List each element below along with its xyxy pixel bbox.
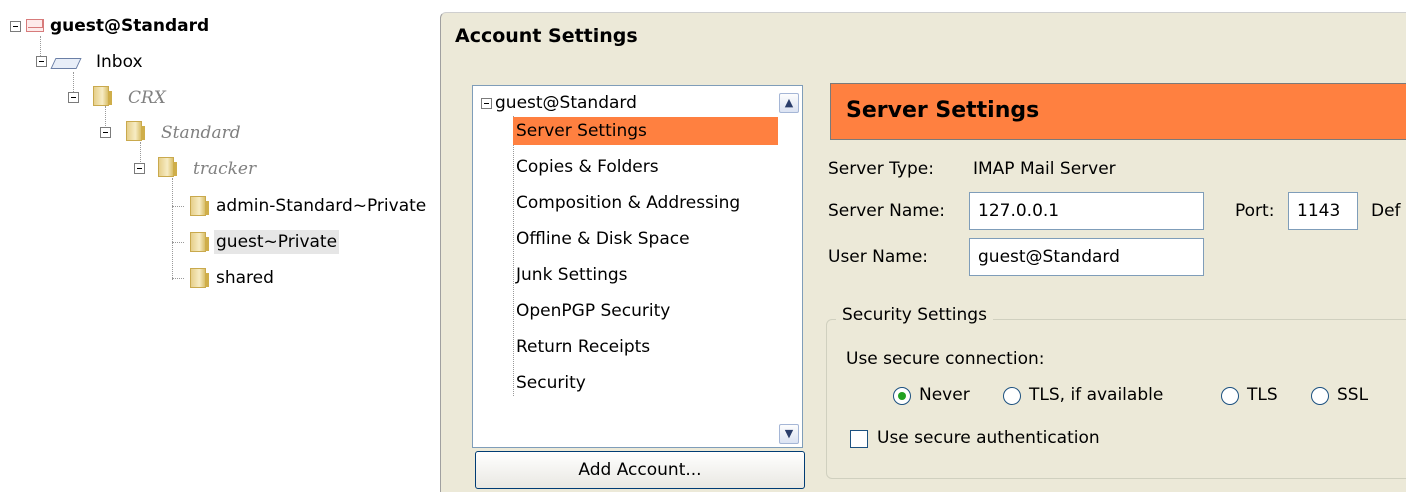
user-name-input[interactable]: guest@Standard xyxy=(969,238,1204,276)
tree-guide xyxy=(172,178,174,280)
server-type-value: IMAP Mail Server xyxy=(973,159,1116,179)
user-name-label: User Name: xyxy=(828,247,929,267)
server-type-label: Server Type: xyxy=(828,159,934,179)
collapse-inbox-toggle[interactable] xyxy=(36,56,47,67)
collapse-crx-toggle[interactable] xyxy=(68,92,79,103)
secure-auth-checkbox[interactable] xyxy=(850,430,868,448)
folder-icon xyxy=(158,157,177,177)
server-name-input[interactable]: 127.0.0.1 xyxy=(969,192,1204,230)
collapse-account-toggle[interactable] xyxy=(481,98,492,109)
folder-icon xyxy=(190,268,209,288)
folder-icon xyxy=(93,86,112,106)
account-tree-item-return-receipts[interactable]: Return Receipts xyxy=(516,333,650,361)
radio-ssl[interactable] xyxy=(1311,387,1329,405)
tree-item-admin-private[interactable]: admin-Standard~Private xyxy=(214,194,428,218)
port-label: Port: xyxy=(1235,201,1275,221)
add-account-button[interactable]: Add Account... xyxy=(475,451,805,489)
dialog-title: Account Settings xyxy=(455,25,638,47)
tree-guide xyxy=(513,116,515,396)
folder-icon xyxy=(190,232,209,252)
radio-never[interactable] xyxy=(893,387,911,405)
server-settings-header: Server Settings xyxy=(830,83,1406,140)
radio-ssl-label[interactable]: SSL xyxy=(1337,385,1368,405)
radio-tls[interactable] xyxy=(1221,387,1239,405)
folder-tree[interactable]: guest@Standard Inbox CRX Standard tracke… xyxy=(0,0,440,491)
server-name-label: Server Name: xyxy=(828,201,946,221)
inbox-icon xyxy=(50,58,82,69)
account-tree-item-composition[interactable]: Composition & Addressing xyxy=(516,189,740,217)
folder-icon xyxy=(190,196,209,216)
tree-item-standard[interactable]: Standard xyxy=(159,121,243,145)
default-button-partial[interactable]: Def xyxy=(1371,201,1406,221)
scroll-down-button[interactable]: ▼ xyxy=(779,424,799,444)
radio-never-label[interactable]: Never xyxy=(919,385,970,405)
secure-auth-label[interactable]: Use secure authentication xyxy=(877,428,1100,448)
tree-item-guest-private[interactable]: guest~Private xyxy=(214,230,340,254)
tree-guide xyxy=(172,242,184,244)
account-tree-root[interactable]: guest@Standard xyxy=(495,89,637,117)
radio-tls-label[interactable]: TLS xyxy=(1247,385,1278,405)
account-tree-item-offline[interactable]: Offline & Disk Space xyxy=(516,225,690,253)
account-tree-item-copies-folders[interactable]: Copies & Folders xyxy=(516,153,659,181)
collapse-account-toggle[interactable] xyxy=(10,21,21,32)
account-tree[interactable]: guest@Standard Server Settings Copies & … xyxy=(472,85,803,448)
security-settings-legend: Security Settings xyxy=(836,305,993,325)
collapse-standard-toggle[interactable] xyxy=(100,127,111,138)
account-tree-item-security[interactable]: Security xyxy=(516,369,586,397)
tree-item-inbox[interactable]: Inbox xyxy=(94,50,145,74)
tree-guide xyxy=(172,278,184,280)
tree-item-shared[interactable]: shared xyxy=(214,266,276,290)
account-tree-item-openpgp[interactable]: OpenPGP Security xyxy=(516,297,670,325)
account-settings-dialog: Account Settings guest@Standard Server S… xyxy=(440,12,1406,492)
use-secure-connection-label: Use secure connection: xyxy=(846,349,1045,369)
tree-item-tracker[interactable]: tracker xyxy=(191,157,258,181)
radio-tls-if-available[interactable] xyxy=(1003,387,1021,405)
tree-item-account[interactable]: guest@Standard xyxy=(48,14,211,38)
port-input[interactable]: 1143 xyxy=(1288,192,1358,230)
collapse-tracker-toggle[interactable] xyxy=(134,163,145,174)
folder-icon xyxy=(126,121,145,141)
mail-account-icon xyxy=(26,19,44,32)
tree-guide xyxy=(172,206,184,208)
account-tree-item-server-settings[interactable]: Server Settings xyxy=(513,117,778,145)
radio-tls-if-available-label[interactable]: TLS, if available xyxy=(1029,385,1163,405)
scroll-up-button[interactable]: ▲ xyxy=(779,93,799,113)
tree-item-crx[interactable]: CRX xyxy=(126,86,168,110)
account-tree-item-junk[interactable]: Junk Settings xyxy=(516,261,628,289)
